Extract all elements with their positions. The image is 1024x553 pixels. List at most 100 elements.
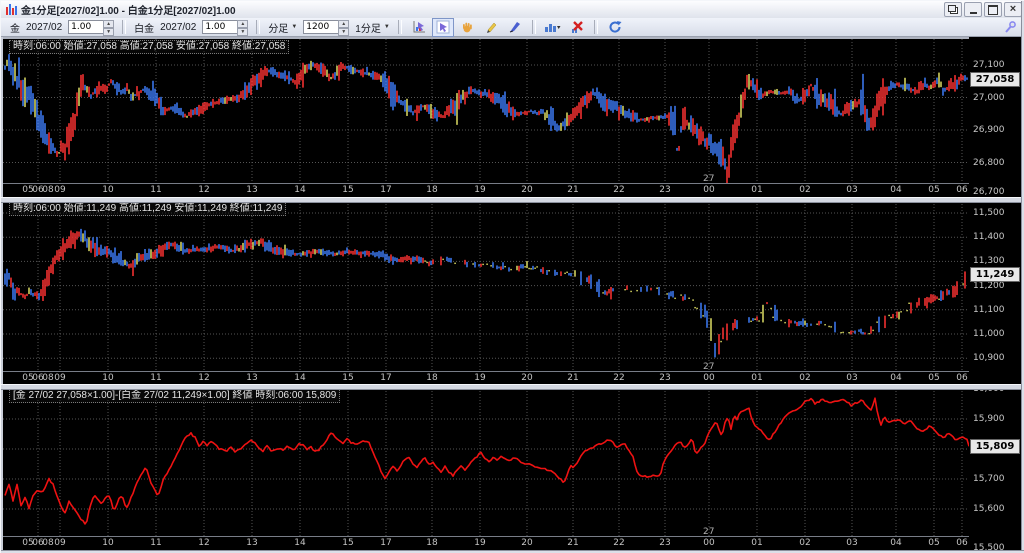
candlestick	[418, 256, 420, 263]
candlestick	[278, 247, 280, 255]
settings-wrench-button[interactable]	[1003, 20, 1017, 34]
candlestick	[568, 273, 570, 275]
refresh-button[interactable]	[604, 18, 626, 37]
annotate-pen-tool-button[interactable]	[504, 18, 526, 37]
platinum-mult-up-arrow[interactable]: ▲	[237, 20, 248, 28]
candlestick	[412, 111, 414, 115]
doji-mark	[490, 265, 492, 266]
gold-mult-up-arrow[interactable]: ▲	[103, 20, 114, 28]
x-axis-tick-label: 20	[521, 373, 532, 383]
candlestick	[88, 237, 90, 251]
candlestick	[386, 78, 388, 93]
pane-splitter-2[interactable]	[1, 384, 1021, 390]
clear-chart-button[interactable]	[566, 18, 588, 37]
spread-last-price-box: 15,809	[970, 439, 1020, 454]
candlestick	[78, 232, 80, 237]
chevron-down-icon: ▼	[291, 24, 297, 30]
candlestick	[518, 112, 520, 116]
spread-time-axis: 0506080910111213141517181920212223000102…	[3, 536, 969, 551]
candlestick	[966, 77, 968, 79]
x-axis-tick-label: 03	[846, 373, 857, 383]
title-bar[interactable]: 金1分足[2027/02]1.00 - 白金1分足[2027/02]1.00 ×	[1, 1, 1024, 19]
candlestick	[58, 152, 60, 154]
select-chart-tool-button[interactable]	[408, 18, 430, 37]
float-window-button[interactable]	[944, 2, 962, 17]
candlestick	[306, 250, 308, 257]
candlestick	[76, 231, 78, 239]
candlestick	[342, 251, 344, 257]
candlestick	[80, 75, 82, 97]
x-axis-tick-label: 11	[150, 538, 161, 548]
candlestick	[292, 250, 294, 255]
candlestick	[8, 273, 10, 280]
candlestick	[38, 293, 40, 300]
candlestick	[494, 93, 496, 105]
platinum-multiplier-spinner[interactable]: ▲▼	[202, 20, 248, 34]
candlestick	[414, 110, 416, 113]
candlestick	[910, 303, 912, 314]
gold-mult-down-arrow[interactable]: ▼	[103, 28, 114, 36]
candlestick	[938, 73, 940, 88]
candlestick	[164, 243, 166, 249]
pencil-tool-button[interactable]	[480, 18, 502, 37]
platinum-mult-down-arrow[interactable]: ▼	[237, 28, 248, 36]
candlestick	[790, 320, 792, 323]
pan-hand-tool-button[interactable]	[456, 18, 478, 37]
candlestick	[436, 110, 438, 122]
chart-window: 金1分足[2027/02]1.00 - 白金1分足[2027/02]1.00 ×…	[0, 0, 1024, 553]
candlestick	[376, 252, 378, 256]
bar-count-down-arrow[interactable]: ▼	[338, 28, 349, 36]
gold-multiplier-input[interactable]	[68, 20, 103, 34]
candlestick	[446, 106, 448, 115]
candlestick	[542, 267, 544, 274]
candlestick	[118, 83, 120, 92]
candlestick	[526, 261, 528, 268]
gold-last-price-box: 27,058	[970, 72, 1020, 87]
bar-count-up-arrow[interactable]: ▲	[338, 20, 349, 28]
minimize-button[interactable]	[964, 2, 982, 17]
spread-chart-plot[interactable]: 27	[3, 388, 969, 536]
pane-splitter-1[interactable]	[1, 197, 1021, 203]
candlestick	[300, 70, 302, 81]
platinum-chart-plot[interactable]: 27	[3, 201, 969, 371]
x-axis-tick-label: 09	[54, 538, 65, 548]
candlestick	[222, 98, 224, 104]
candlestick	[850, 331, 852, 335]
pointer-tool-button[interactable]	[432, 18, 454, 37]
gold-multiplier-spinner[interactable]: ▲▼	[68, 20, 114, 34]
doji-mark	[962, 283, 964, 284]
candlestick	[218, 244, 220, 249]
candlestick	[860, 90, 862, 116]
candlestick	[670, 291, 672, 296]
candlestick	[146, 253, 148, 260]
candlestick	[96, 237, 98, 256]
candlestick	[640, 287, 642, 292]
candlestick	[48, 132, 50, 153]
interval-dropdown[interactable]: 1分足 ▼	[355, 20, 390, 35]
bar-count-spinner[interactable]: ▲▼	[303, 20, 349, 34]
y-axis-corner-label: 26,700	[973, 187, 1005, 197]
candlestick	[82, 74, 84, 90]
candlestick	[368, 72, 370, 75]
maximize-button[interactable]	[984, 2, 1002, 17]
platinum-multiplier-input[interactable]	[202, 20, 237, 34]
candlestick	[56, 151, 58, 157]
bar-count-input[interactable]	[303, 20, 338, 34]
gold-chart-plot[interactable]: 27	[3, 39, 969, 183]
doji-mark	[524, 266, 526, 267]
candlestick	[350, 251, 352, 254]
candlestick	[34, 292, 36, 296]
candlestick	[862, 74, 864, 114]
close-button[interactable]: ×	[1004, 2, 1022, 17]
candlestick	[630, 113, 632, 122]
candlestick	[236, 95, 238, 103]
candlestick	[76, 92, 78, 116]
candlestick	[154, 89, 156, 106]
candlestick	[196, 246, 198, 251]
chart-style-button[interactable]	[542, 18, 564, 37]
bar-type-dropdown[interactable]: 分足 ▼	[268, 20, 297, 35]
candlestick	[194, 108, 196, 115]
bar-type-label: 分足	[268, 20, 288, 35]
candlestick	[198, 249, 200, 252]
candlestick	[392, 256, 394, 264]
